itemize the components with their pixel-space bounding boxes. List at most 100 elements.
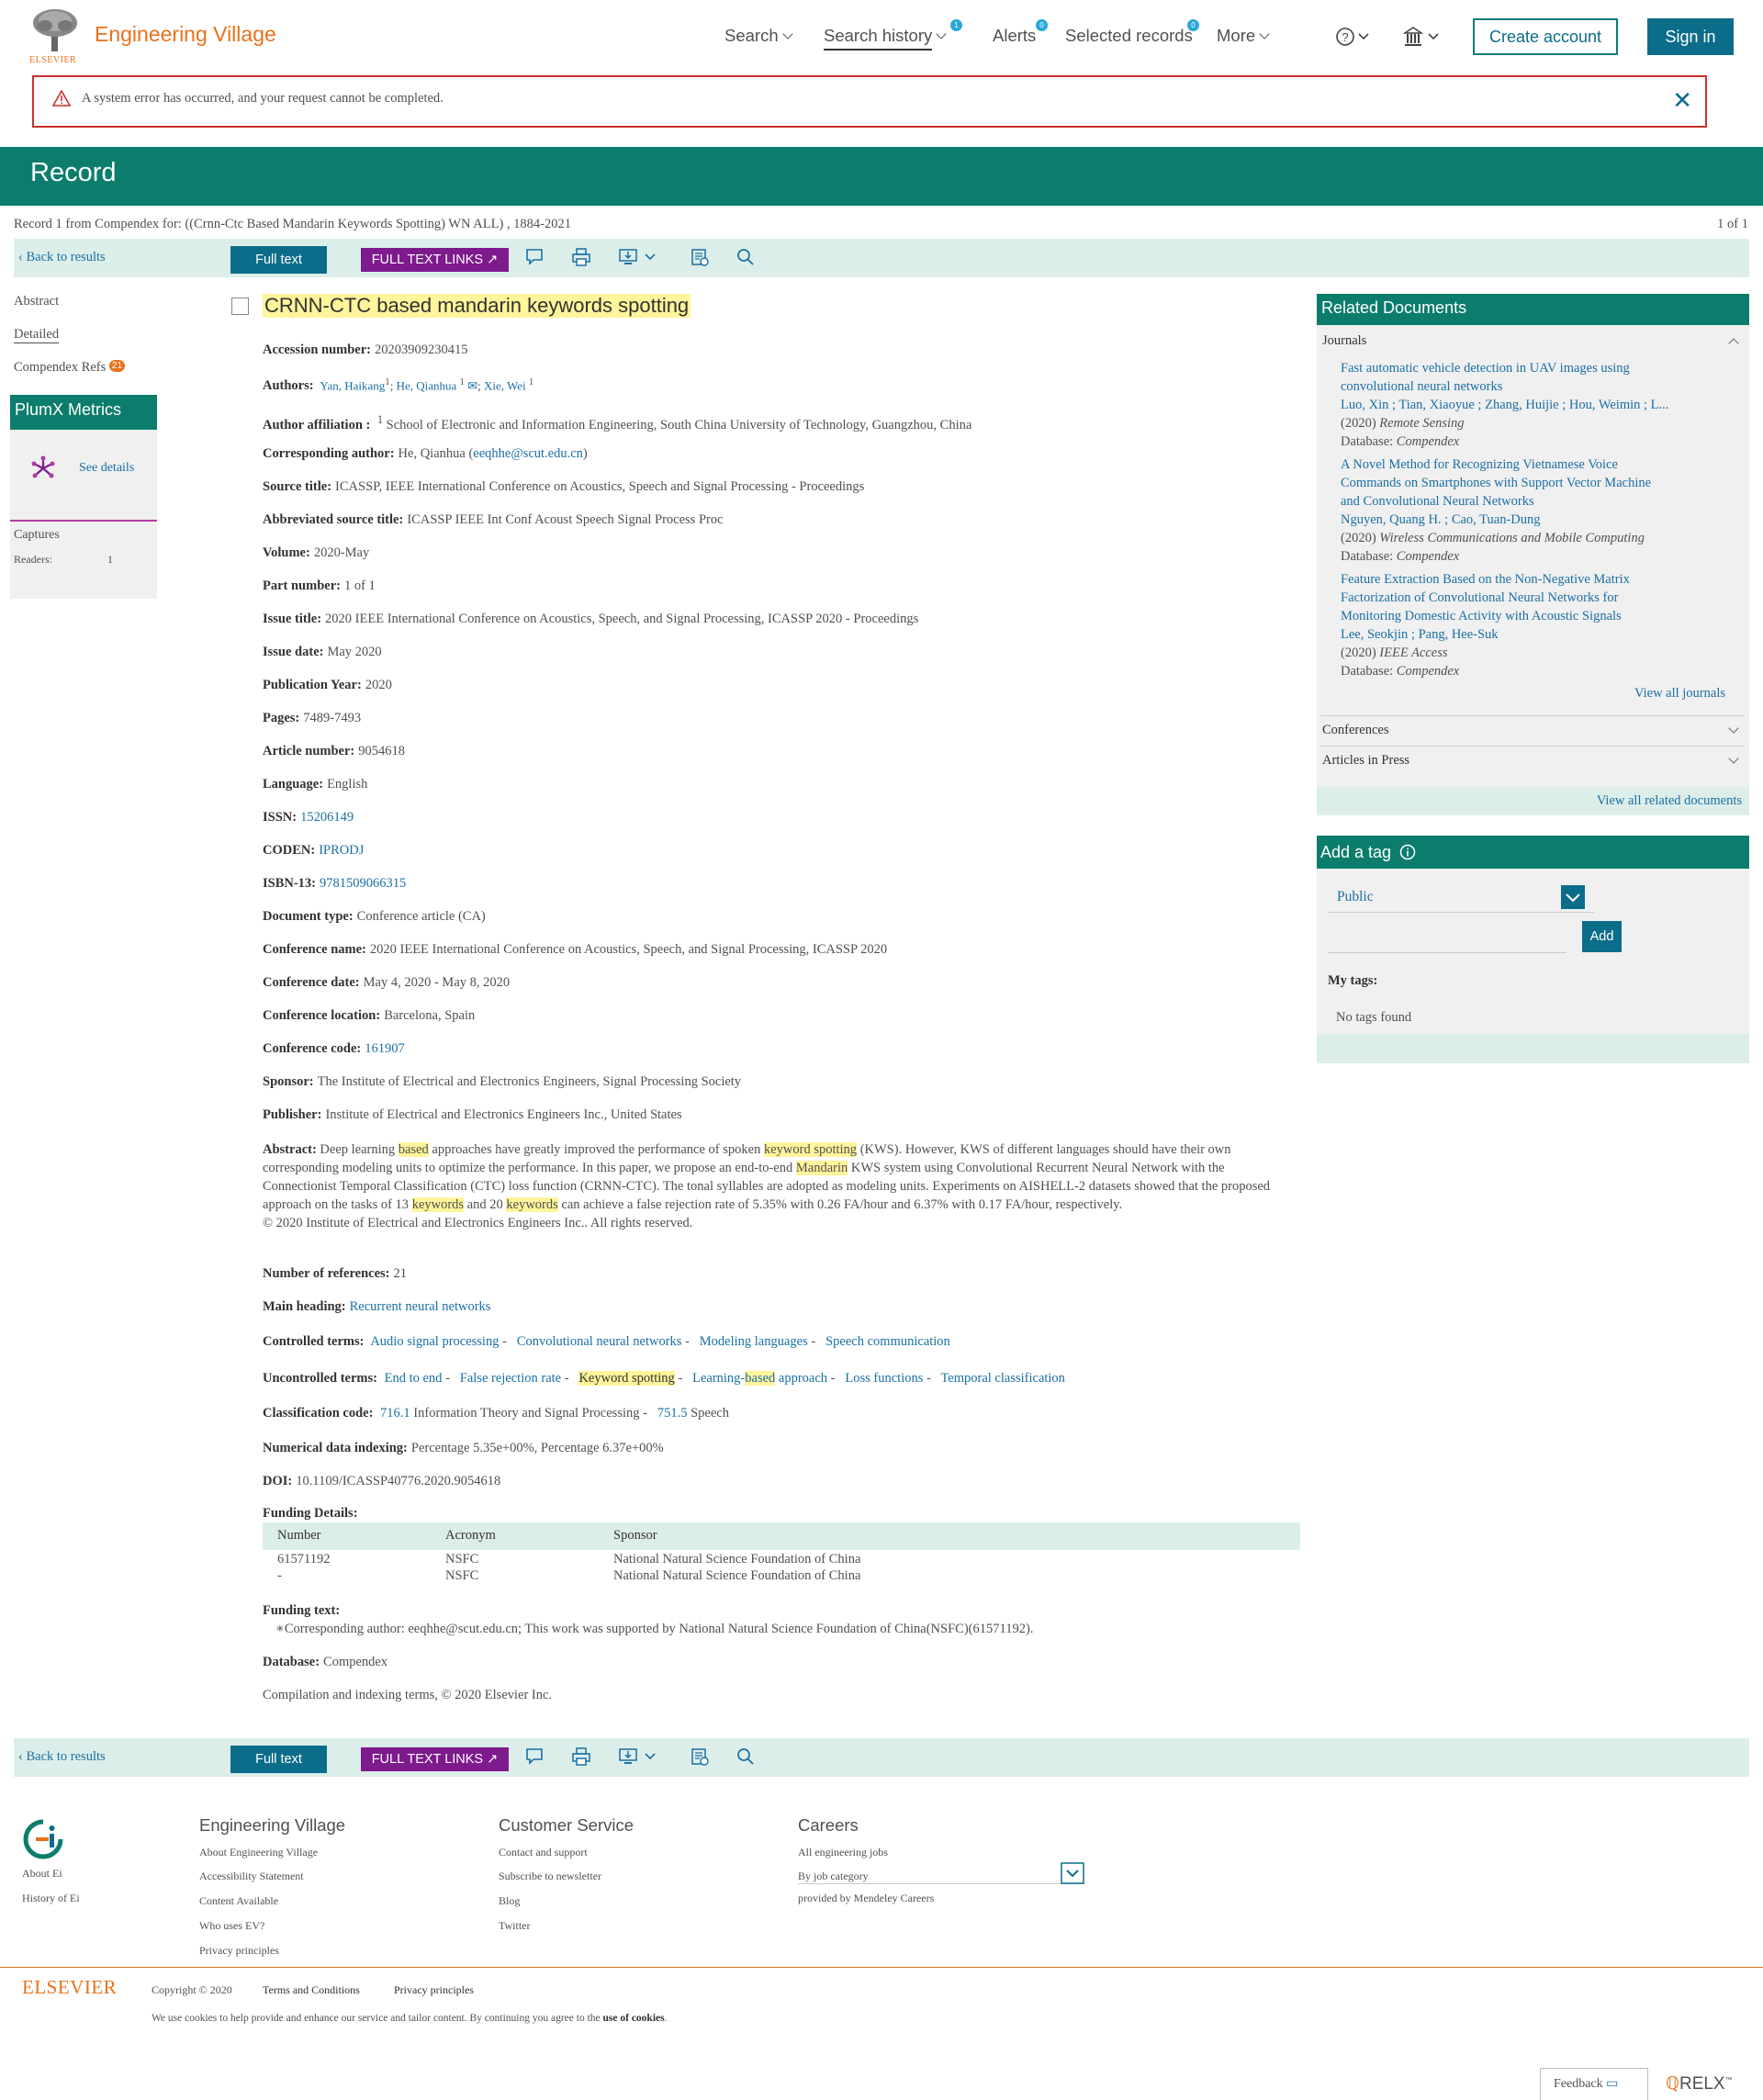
corresponding-email-link[interactable]: eeqhhe@scut.edu.cn [473,446,583,461]
related-title-link[interactable]: Fast automatic vehicle detection in UAV … [1341,359,1726,396]
relx-logo[interactable]: ℚRELX™ [1666,2073,1733,2094]
select-record-checkbox[interactable] [231,298,249,315]
footer-about-ei-link[interactable]: About Ei [22,1867,62,1881]
controlled-term-link[interactable]: Convolutional neural networks [517,1334,682,1349]
citation-icon[interactable] [690,247,710,267]
view-all-related-link[interactable]: View all related documents [1597,793,1742,809]
elsevier-footer-logo[interactable]: ELSEVIER [22,1976,117,1999]
author-link[interactable]: Yan, Haikang [320,378,385,392]
coden-link[interactable]: IPRODJ [319,843,364,858]
job-category-select[interactable]: By job category [798,1862,1084,1884]
footer-link[interactable]: Who uses EV? [199,1919,264,1933]
journals-section-header[interactable]: Journals [1322,333,1366,349]
tag-input[interactable] [1328,922,1566,953]
controlled-term-link[interactable]: Audio signal processing [370,1334,499,1349]
ei-logo[interactable] [22,1818,64,1860]
classification-code-link[interactable]: 716.1 [380,1406,410,1421]
elsevier-tree-logo[interactable] [31,7,79,53]
search-icon[interactable] [736,247,756,267]
full-text-links-button[interactable]: FULL TEXT LINKS ↗ [361,248,509,272]
nav-selected-records[interactable]: Selected records [1065,26,1193,46]
controlled-term-link[interactable]: Speech communication [825,1334,950,1349]
chevron-down-icon[interactable] [1728,723,1739,734]
footer-link[interactable]: Twitter [499,1919,530,1933]
uncontrolled-term-link[interactable]: False rejection rate [460,1371,561,1386]
footer-privacy-link[interactable]: Privacy principles [394,1983,474,1997]
comment-icon[interactable] [524,1746,545,1767]
nav-search[interactable]: Search [724,26,793,46]
articles-in-press-header[interactable]: Articles in Press [1322,753,1409,769]
uncontrolled-term-link[interactable]: Loss functions [845,1371,923,1386]
main-heading-link[interactable]: Recurrent neural networks [350,1299,491,1314]
footer-link[interactable]: Blog [499,1894,520,1908]
related-db-name: Compendex [1396,549,1460,564]
nav-alerts[interactable]: Alerts [993,26,1036,46]
uncontrolled-term-link[interactable]: Temporal classification [940,1371,1064,1386]
uncontrolled-term-link[interactable]: Learning-based approach [692,1371,827,1386]
email-icon[interactable]: ✉ [467,378,477,392]
nav-more[interactable]: More [1217,26,1270,46]
close-icon[interactable]: ✕ [1672,86,1692,115]
chevron-up-icon[interactable] [1728,338,1739,349]
download-icon[interactable] [618,247,658,267]
related-authors[interactable]: Luo, Xin ; Tian, Xiaoyue ; Zhang, Huijie… [1341,396,1726,414]
footer-link[interactable]: About Engineering Village [199,1846,318,1859]
footer-link[interactable]: All engineering jobs [798,1846,888,1859]
issn-link[interactable]: 15206149 [300,810,354,825]
conf-name-value: 2020 IEEE International Conference on Ac… [369,942,888,957]
related-authors[interactable]: Nguyen, Quang H. ; Cao, Tuan-Dung [1341,511,1726,529]
footer-link[interactable]: Subscribe to newsletter [499,1870,601,1883]
plumx-see-details-link[interactable]: See details [79,461,134,476]
plumx-readers-label: Readers: [14,553,52,566]
related-title-link[interactable]: A Novel Method for Recognizing Vietnames… [1341,455,1726,511]
left-nav-detailed[interactable]: Detailed [14,327,60,343]
brand-name[interactable]: Engineering Village [95,22,276,47]
back-to-results-link[interactable]: ‹ Back to results [18,250,106,265]
search-icon[interactable] [736,1746,756,1767]
full-text-button[interactable]: Full text [230,246,327,274]
footer-link[interactable]: Content Available [199,1894,278,1908]
conferences-section-header[interactable]: Conferences [1322,723,1388,738]
footer-link[interactable]: Contact and support [499,1846,588,1859]
comment-icon[interactable] [524,247,545,267]
footer-link[interactable]: Privacy principles [199,1944,279,1958]
sign-in-button[interactable]: Sign in [1647,18,1734,55]
add-tag-button[interactable]: Add [1582,921,1622,952]
left-nav-compendex-refs[interactable]: Compendex Refs 21 [14,360,126,376]
feedback-button[interactable]: Feedback ▭ [1540,2068,1648,2100]
footer-history-ei-link[interactable]: History of Ei [22,1892,80,1905]
author-link[interactable]: He, Qianhua [397,378,457,392]
related-db-name: Compendex [1396,434,1460,449]
nav-search-label: Search [724,26,779,45]
footer-terms-link[interactable]: Terms and Conditions [263,1983,360,1997]
create-account-button[interactable]: Create account [1473,18,1618,55]
related-title-link[interactable]: Feature Extraction Based on the Non-Nega… [1341,570,1726,625]
left-nav-abstract[interactable]: Abstract [14,294,59,309]
controlled-term-link[interactable]: Modeling languages [700,1334,808,1349]
author-link[interactable]: Xie, Wei [484,378,526,392]
related-authors[interactable]: Lee, Seokjin ; Pang, Hee-Suk [1341,625,1726,644]
affiliation-sup: 1 [459,376,465,387]
full-text-button[interactable]: Full text [230,1746,327,1773]
chevron-down-icon[interactable] [1728,753,1739,764]
info-icon[interactable] [1399,844,1416,860]
nav-search-history[interactable]: Search history [824,26,947,51]
tag-visibility-select[interactable]: Public [1328,882,1594,913]
classification-code-link[interactable]: 751.5 [657,1406,688,1421]
view-all-journals-link[interactable]: View all journals [1634,686,1725,702]
help-menu[interactable]: ? [1335,26,1372,52]
abstract-text: and 20 [464,1197,507,1212]
conf-code-link[interactable]: 161907 [365,1041,405,1056]
print-icon[interactable] [571,1746,591,1767]
uncontrolled-term-link[interactable]: End to end [385,1371,443,1386]
isbn-link[interactable]: 9781509066315 [320,876,406,891]
footer-link[interactable]: Accessibility Statement [199,1870,304,1883]
uncontrolled-term-link[interactable]: Keyword spotting [578,1371,675,1386]
print-icon[interactable] [571,247,591,267]
download-icon[interactable] [618,1746,658,1767]
full-text-links-button[interactable]: FULL TEXT LINKS ↗ [361,1747,509,1771]
back-to-results-link[interactable]: ‹ Back to results [18,1749,106,1765]
citation-icon[interactable] [690,1746,710,1767]
cookie-policy-link[interactable]: use of cookies [603,2013,665,2024]
institution-menu[interactable] [1402,26,1443,52]
